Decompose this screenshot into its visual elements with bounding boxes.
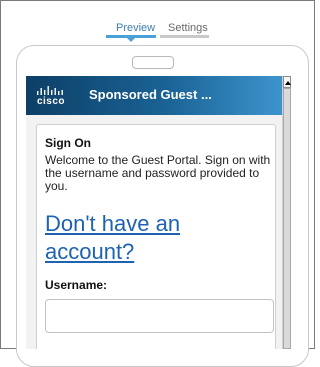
portal-title: Sponsored Guest ... (89, 87, 212, 102)
phone-speaker (132, 56, 174, 69)
sign-on-card: Sign On Welcome to the Guest Portal. Sig… (36, 124, 276, 349)
welcome-text: Welcome to the Guest Portal. Sign on wit… (45, 153, 271, 193)
portal-content: Sign On Welcome to the Guest Portal. Sig… (26, 115, 282, 349)
scroll-thumb[interactable] (283, 88, 291, 349)
tab-preview[interactable]: Preview (116, 22, 155, 34)
username-input[interactable] (45, 299, 274, 333)
portal-header: cisco Sponsored Guest ... (26, 76, 282, 115)
create-account-link[interactable]: Don't have an account? (45, 210, 271, 266)
cisco-logo: cisco (35, 84, 67, 108)
username-label: Username: (45, 278, 108, 292)
tab-settings[interactable]: Settings (168, 22, 208, 34)
tab-settings-underline (160, 35, 209, 38)
scroll-up-button[interactable] (283, 76, 291, 88)
phone-screen: cisco Sponsored Guest ... Sign On Welcom… (26, 76, 291, 349)
vertical-scrollbar[interactable] (282, 76, 291, 349)
active-tab-indicator (127, 38, 135, 42)
sign-on-heading: Sign On (45, 136, 91, 150)
logo-text: cisco (36, 96, 66, 107)
up-arrow-icon (285, 81, 291, 85)
